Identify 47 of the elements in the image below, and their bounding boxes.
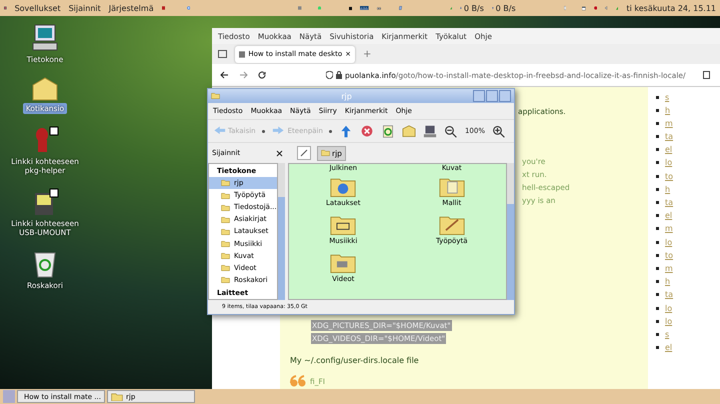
toolbar-button[interactable] — [492, 124, 506, 138]
toolbar-button[interactable] — [422, 124, 437, 138]
toolbar-button[interactable] — [444, 124, 458, 138]
minimize-button[interactable] — [473, 90, 485, 102]
pencil-icon[interactable] — [297, 146, 311, 160]
reload-icon — [380, 124, 395, 138]
panel-menu[interactable]: Järjestelmä — [108, 4, 154, 12]
reader-view-icon[interactable] — [703, 71, 710, 79]
article-paragraph: My ~/.config/user-dirs.locale file — [290, 355, 419, 367]
scrollbar[interactable] — [507, 163, 514, 300]
download-rate: 0 B/s — [464, 4, 484, 12]
folder-icon — [211, 92, 220, 100]
forward-arrow-icon[interactable] — [239, 71, 248, 79]
lock-icon — [336, 71, 342, 79]
upload-rate: 0 B/s — [496, 4, 516, 12]
reload-icon[interactable] — [258, 71, 266, 79]
computer-icon — [422, 124, 437, 138]
quote-mark-icon — [290, 375, 306, 387]
maximize-button[interactable] — [486, 90, 498, 102]
zoom-in-icon — [492, 124, 506, 138]
music-folder-icon — [330, 214, 356, 236]
panel-menu[interactable]: Sovellukset — [14, 4, 61, 12]
clock[interactable]: ti kesäkuuta 24, 15.11 — [626, 4, 716, 12]
home-folder-icon — [32, 77, 58, 101]
back-arrow-icon[interactable] — [220, 71, 229, 79]
panel-menu[interactable]: Sijainnit — [68, 4, 101, 12]
up-arrow-icon — [338, 124, 353, 138]
video-folder-icon — [330, 252, 356, 274]
scrollbar[interactable] — [278, 163, 285, 300]
desktop-folder-icon — [438, 214, 465, 236]
shield-icon — [326, 71, 333, 79]
computer-icon — [32, 24, 58, 52]
close-icon[interactable] — [276, 150, 283, 156]
home-folder-icon — [402, 124, 416, 138]
dropdown-icon — [328, 130, 332, 132]
tab-list-icon[interactable] — [218, 50, 227, 58]
trash-icon — [33, 250, 57, 278]
folder-icon — [321, 149, 330, 157]
stop-icon — [360, 124, 374, 138]
templates-folder-icon — [438, 176, 465, 198]
window-title: rjp — [341, 92, 352, 100]
web-folder-icon — [330, 176, 356, 198]
new-tab[interactable]: + — [363, 48, 372, 60]
close-button[interactable] — [499, 90, 511, 102]
folder-icon — [111, 392, 123, 402]
dropdown-icon — [262, 130, 265, 132]
zoom-out-icon — [444, 124, 458, 138]
